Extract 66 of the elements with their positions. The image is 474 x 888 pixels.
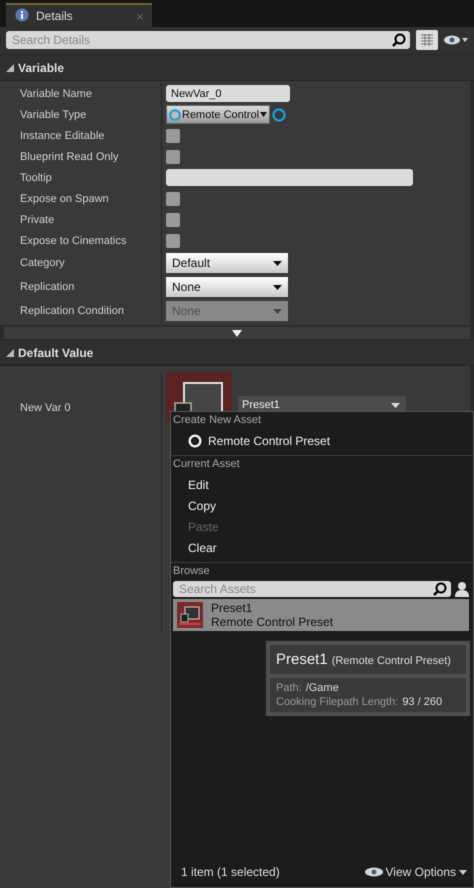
property-label: Expose on Spawn xyxy=(20,192,109,204)
section-header[interactable]: Default Value xyxy=(0,341,474,366)
ring-icon xyxy=(272,108,286,122)
menu-section-header: Current Asset xyxy=(171,455,473,472)
property-label: Blueprint Read Only xyxy=(20,150,118,162)
detail-label: Path: xyxy=(276,682,302,694)
menu-item[interactable]: Edit xyxy=(171,474,473,495)
menu-section-header: Browse xyxy=(171,562,473,579)
tab-title: Details xyxy=(36,9,74,23)
property-label: Category xyxy=(20,257,65,269)
checkbox[interactable] xyxy=(166,234,180,248)
view-options-button[interactable]: View Options xyxy=(364,865,467,879)
caret-icon xyxy=(273,308,282,314)
detail-label: Cooking Filepath Length: xyxy=(276,696,398,708)
checkbox[interactable] xyxy=(166,212,180,226)
asset-type: Remote Control Preset xyxy=(211,615,334,629)
eye-dropdown-icon[interactable] xyxy=(444,34,468,46)
type-dropdown[interactable]: Remote Control xyxy=(166,105,270,124)
menu-item[interactable]: Copy xyxy=(171,495,473,516)
asset-search-field[interactable]: Search Assets xyxy=(173,581,451,597)
search-icon xyxy=(433,582,447,596)
info-icon xyxy=(14,8,30,24)
text-field[interactable] xyxy=(166,169,413,186)
section-header[interactable]: Variable xyxy=(0,56,474,81)
grid-icon xyxy=(420,33,434,47)
search-icon xyxy=(392,33,406,47)
dropdown[interactable]: Default xyxy=(166,253,288,273)
caret-icon xyxy=(459,870,467,874)
caret-icon xyxy=(273,284,282,290)
text-field[interactable]: NewVar_0 xyxy=(166,85,290,102)
caret-icon xyxy=(391,402,400,408)
dropdown[interactable]: None xyxy=(166,277,288,297)
property-label: New Var 0 xyxy=(20,402,71,414)
property-label: Variable Name xyxy=(20,88,92,100)
checkbox[interactable] xyxy=(166,192,180,206)
item-count: 1 item (1 selected) xyxy=(181,865,280,879)
detail-value: /Game xyxy=(306,682,339,694)
section-title: Variable xyxy=(18,61,64,75)
menu-item[interactable]: Clear xyxy=(171,537,473,558)
asset-name: Preset1 xyxy=(211,601,254,615)
eye-icon xyxy=(364,867,383,877)
tooltip-title: Preset1 xyxy=(276,651,328,668)
property-label: Private xyxy=(20,214,54,226)
menu-section-header: Create New Asset xyxy=(172,413,262,428)
property-label: Instance Editable xyxy=(20,130,104,142)
caret-icon xyxy=(273,260,282,266)
details-tab[interactable]: Details × xyxy=(6,3,152,27)
expand-arrow-icon xyxy=(232,330,242,336)
menu-item[interactable]: Remote Control Preset xyxy=(171,430,473,451)
person-icon[interactable] xyxy=(455,581,469,597)
monitor-icon xyxy=(177,602,203,628)
detail-value: 93 / 260 xyxy=(402,696,442,708)
property-label: Replication xyxy=(20,281,74,293)
search-field[interactable]: Search Details xyxy=(6,31,410,49)
caret-icon xyxy=(260,112,268,117)
checkbox[interactable] xyxy=(166,150,180,164)
grid-view-button[interactable] xyxy=(416,30,438,50)
tooltip-type: (Remote Control Preset) xyxy=(332,655,451,667)
section-title: Default Value xyxy=(18,346,94,360)
property-label: Tooltip xyxy=(20,172,52,184)
property-label: Expose to Cinematics xyxy=(20,234,126,246)
asset-item[interactable]: Preset1 Remote Control Preset xyxy=(173,599,469,631)
checkbox[interactable] xyxy=(166,128,180,142)
property-label: Replication Condition xyxy=(20,305,124,317)
property-label: Variable Type xyxy=(20,108,86,120)
ring-icon xyxy=(169,108,181,120)
